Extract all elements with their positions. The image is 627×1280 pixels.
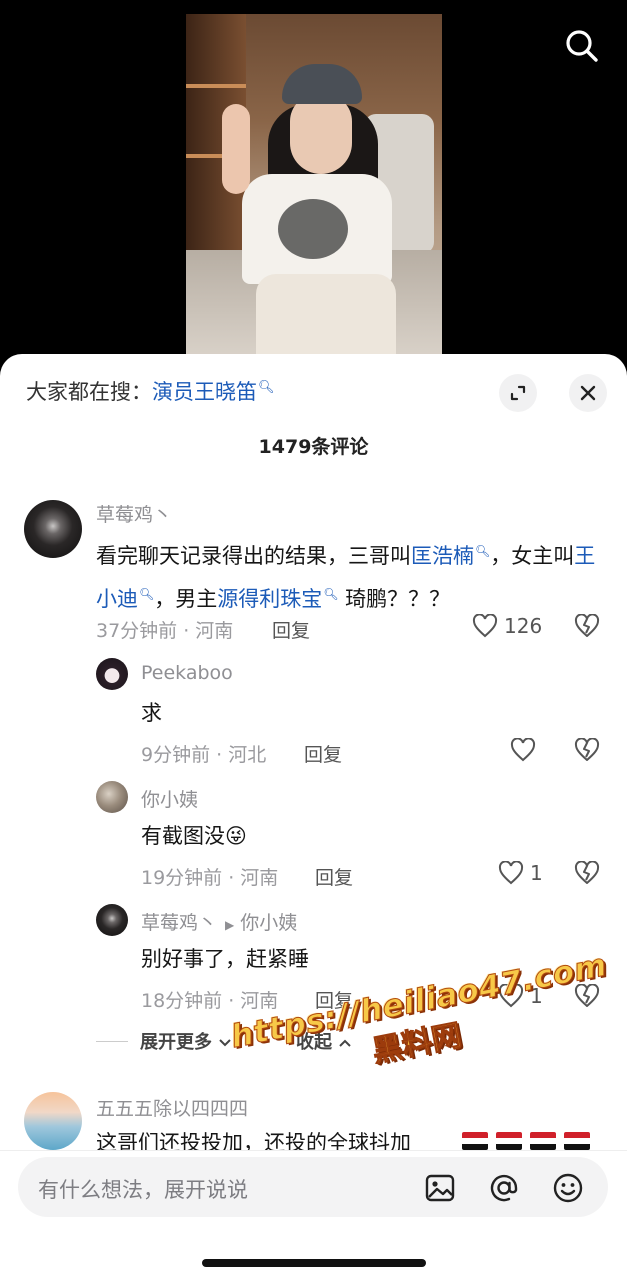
expand-icon: [510, 385, 526, 401]
comment-input[interactable]: 有什么想法，展开说说: [18, 1157, 608, 1217]
reply-button[interactable]: 回复: [304, 740, 342, 767]
search-icon[interactable]: [562, 26, 602, 66]
comment-text: 有截图没😜: [141, 824, 247, 848]
broken-heart-icon: [574, 737, 600, 761]
video-person-hand: [222, 104, 250, 194]
flag-icon: [564, 1132, 590, 1150]
close-button[interactable]: [569, 374, 607, 412]
reply-button[interactable]: 回复: [315, 863, 353, 890]
like-count: 1: [530, 861, 543, 885]
comment-text-part: ，男主: [154, 587, 218, 611]
comment-input-bar: 有什么想法，展开说说: [0, 1150, 627, 1280]
avatar[interactable]: [96, 658, 128, 690]
search-suggestion-prefix: 大家都在搜：: [26, 380, 152, 404]
search-suggestion-term[interactable]: 演员王晓笛: [152, 380, 257, 404]
search-keyword-link[interactable]: 源得利珠宝: [217, 587, 322, 611]
comment-sheet: 大家都在搜：演员王晓笛🔍︎ 1479条评论 草莓鸡丶 看完聊天记录得出的结果，三…: [0, 354, 627, 1280]
comment-username[interactable]: 草莓鸡丶: [96, 500, 172, 527]
comment-time-location: 19分钟前 · 河南: [141, 867, 279, 889]
expand-more-label: 展开更多: [140, 1032, 212, 1053]
heart-icon: [472, 614, 498, 638]
search-keyword-link[interactable]: 匡浩楠: [411, 544, 474, 568]
comment-text-part: 看完聊天记录得出的结果，三哥叫: [96, 544, 411, 568]
search-mini-icon: 🔍︎: [323, 587, 339, 601]
search-mini-icon: 🔍︎: [139, 587, 155, 601]
video-shelf: [186, 84, 246, 88]
comment-username[interactable]: 草莓鸡丶 ▶ 你小姨: [141, 908, 297, 935]
broken-heart-icon: [574, 860, 600, 884]
search-mini-icon: 🔍︎: [475, 544, 491, 558]
video-person-face: [290, 94, 352, 174]
comment-text: 别好事了，赶紧睡: [141, 947, 309, 971]
expand-more-button[interactable]: 展开更多: [140, 1028, 232, 1054]
emoji-icon[interactable]: [552, 1172, 584, 1204]
comment-text: 这哥们还投投加，还投的全球抖加: [96, 1131, 411, 1152]
home-indicator[interactable]: [202, 1259, 426, 1267]
broken-heart-icon: [574, 613, 600, 637]
comment-time-location: 9分钟前 · 河北: [141, 744, 267, 766]
comment-text: 看完聊天记录得出的结果，三哥叫匡浩楠🔍︎，女主叫王小迪🔍︎，男主源得利珠宝🔍︎ …: [96, 532, 606, 618]
comment-username[interactable]: Peekaboo: [141, 662, 233, 684]
expand-sheet-button[interactable]: [499, 374, 537, 412]
avatar[interactable]: [24, 1092, 82, 1150]
search-suggestion[interactable]: 大家都在搜：演员王晓笛🔍︎: [26, 376, 275, 406]
heart-icon: [510, 738, 536, 762]
flag-icon: [496, 1132, 522, 1150]
dislike-button[interactable]: [574, 860, 600, 889]
reply-target[interactable]: 你小姨: [240, 912, 297, 934]
like-button[interactable]: 1: [498, 861, 543, 885]
close-icon: [580, 385, 596, 401]
video-shirt-print: [278, 199, 348, 259]
reply-arrow-icon: ▶: [225, 918, 235, 932]
dislike-button[interactable]: [574, 613, 600, 642]
video-player[interactable]: [0, 0, 627, 370]
avatar[interactable]: [96, 904, 128, 936]
heart-icon: [498, 861, 524, 885]
flag-icon: [462, 1132, 488, 1150]
avatar[interactable]: [96, 781, 128, 813]
comment-input-placeholder: 有什么想法，展开说说: [38, 1178, 248, 1202]
chevron-down-icon: [219, 1039, 231, 1047]
comment-text-part: 琦鹏？？？: [338, 587, 451, 611]
image-icon[interactable]: [424, 1172, 456, 1204]
comment-text: 求: [141, 701, 162, 725]
comment-count: 1479条评论: [258, 436, 369, 458]
reply-author[interactable]: 草莓鸡丶: [141, 912, 217, 934]
comment-username[interactable]: 你小姨: [141, 785, 198, 812]
like-button[interactable]: 126: [472, 614, 542, 638]
divider-line: [96, 1041, 128, 1042]
search-mini-icon: 🔍︎: [258, 380, 275, 395]
video-person-cap: [282, 64, 362, 104]
comment-text-part: ，女主叫: [490, 544, 575, 568]
flag-emojis: [462, 1132, 590, 1150]
like-button[interactable]: [510, 738, 536, 762]
like-count: 126: [504, 614, 543, 638]
at-mention-icon[interactable]: [488, 1172, 520, 1204]
avatar[interactable]: [24, 500, 82, 558]
comment-username[interactable]: 五五五除以四四四: [96, 1094, 248, 1121]
video-frame[interactable]: [186, 14, 442, 370]
reply-button[interactable]: 回复: [272, 616, 310, 643]
comment-time-location: 18分钟前 · 河南: [141, 990, 279, 1012]
dislike-button[interactable]: [574, 737, 600, 766]
flag-icon: [530, 1132, 556, 1150]
comment-time-location: 37分钟前 · 河南: [96, 620, 234, 642]
